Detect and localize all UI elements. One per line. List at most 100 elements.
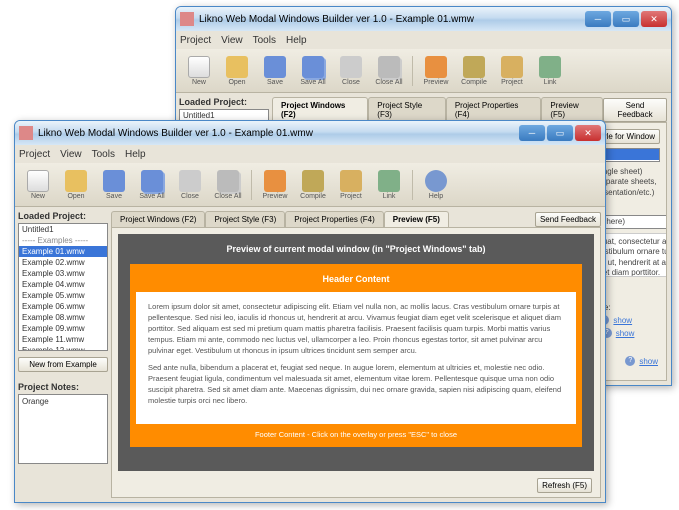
menu-view[interactable]: View [60, 149, 82, 160]
tb-open[interactable]: Open [220, 56, 254, 86]
list-item[interactable]: Example 05.wmw [19, 290, 107, 301]
tb-close[interactable]: Close [173, 170, 207, 200]
modal-body: Lorem ipsum dolor sit amet, consectetur … [136, 292, 576, 424]
tb-save[interactable]: Save [97, 170, 131, 200]
list-item[interactable]: Example 02.wmw [19, 257, 107, 268]
tabs: Project Windows (F2) Project Style (F3) … [272, 97, 667, 122]
tab-project-windows[interactable]: Project Windows (F2) [111, 211, 205, 227]
window-front: Likno Web Modal Windows Builder ver 1.0 … [14, 120, 606, 503]
loaded-project-label: Loaded Project: [18, 211, 108, 221]
modal-footer: Footer Content - Click on the overlay or… [136, 424, 576, 441]
menu-project[interactable]: Project [180, 35, 211, 46]
tb-new[interactable]: New [182, 56, 216, 86]
show-link[interactable]: show [639, 357, 658, 366]
close-button[interactable]: ✕ [641, 11, 667, 27]
body-paragraph: Lorem ipsum dolor sit amet, consectetur … [148, 302, 564, 356]
titlebar-front[interactable]: Likno Web Modal Windows Builder ver 1.0 … [15, 121, 605, 145]
project-icon [501, 56, 523, 78]
list-item[interactable]: Example 11.wmw [19, 334, 107, 345]
tb-link[interactable]: Link [533, 56, 567, 86]
save-icon [103, 170, 125, 192]
preview-overlay[interactable]: Preview of current modal window (in "Pro… [118, 234, 594, 471]
show-link[interactable]: show [616, 329, 635, 338]
tb-save[interactable]: Save [258, 56, 292, 86]
list-item[interactable]: Example 04.wmw [19, 279, 107, 290]
list-item[interactable]: Example 03.wmw [19, 268, 107, 279]
tab-project-properties[interactable]: Project Properties (F4) [446, 97, 542, 122]
tb-help[interactable]: Help [419, 170, 453, 200]
open-icon [226, 56, 248, 78]
show-link[interactable]: show [613, 316, 632, 325]
send-feedback-button[interactable]: Send Feedback [603, 98, 667, 122]
toolbar-sep [251, 170, 252, 200]
titlebar-back[interactable]: Likno Web Modal Windows Builder ver 1.0 … [176, 7, 671, 31]
close-icon [179, 170, 201, 192]
menu-view[interactable]: View [221, 35, 243, 46]
menu-project[interactable]: Project [19, 149, 50, 160]
tb-link[interactable]: Link [372, 170, 406, 200]
list-item: ----- Examples ----- [19, 235, 107, 246]
closeall-icon [217, 170, 239, 192]
help-icon[interactable]: ? [625, 356, 635, 366]
list-item[interactable]: Untitled1 [19, 224, 107, 235]
modal-window: Header Content Lorem ipsum dolor sit ame… [130, 264, 582, 447]
project-notes-textarea[interactable]: Orange [18, 394, 108, 464]
tb-project[interactable]: Project [495, 56, 529, 86]
content-front: Preview of current modal window (in "Pro… [111, 227, 601, 498]
window-title: Likno Web Modal Windows Builder ver 1.0 … [199, 14, 585, 25]
send-feedback-button[interactable]: Send Feedback [535, 212, 601, 227]
tb-preview[interactable]: Preview [258, 170, 292, 200]
tb-saveall[interactable]: Save All [296, 56, 330, 86]
tab-project-properties[interactable]: Project Properties (F4) [285, 211, 383, 227]
sidebar-front: Loaded Project: Untitled1 ----- Examples… [15, 207, 111, 502]
tb-closeall[interactable]: Close All [372, 56, 406, 86]
project-list[interactable]: Untitled1 ----- Examples ----- Example 0… [18, 223, 108, 351]
body-paragraph: Sed ante nulla, bibendum a placerat et, … [148, 363, 564, 407]
project-notes-label: Project Notes: [18, 382, 108, 392]
menu-help[interactable]: Help [125, 149, 146, 160]
tb-open[interactable]: Open [59, 170, 93, 200]
menu-help[interactable]: Help [286, 35, 307, 46]
tb-close[interactable]: Close [334, 56, 368, 86]
new-from-example-button[interactable]: New from Example [18, 357, 108, 372]
tb-preview[interactable]: Preview [419, 56, 453, 86]
menu-tools[interactable]: Tools [92, 149, 115, 160]
list-item[interactable]: Example 09.wmw [19, 323, 107, 334]
saveall-icon [141, 170, 163, 192]
tb-saveall[interactable]: Save All [135, 170, 169, 200]
menu-tools[interactable]: Tools [253, 35, 276, 46]
maximize-button[interactable]: ▭ [613, 11, 639, 27]
new-icon [188, 56, 210, 78]
list-item[interactable]: Example 06.wmw [19, 301, 107, 312]
maximize-button[interactable]: ▭ [547, 125, 573, 141]
minimize-button[interactable]: ─ [519, 125, 545, 141]
loaded-project-label: Loaded Project: [179, 97, 269, 107]
tab-project-style[interactable]: Project Style (F3) [205, 211, 285, 227]
tab-preview[interactable]: Preview (F5) [541, 97, 603, 122]
preview-icon [425, 56, 447, 78]
close-button[interactable]: ✕ [575, 125, 601, 141]
saveall-icon [302, 56, 324, 78]
tab-project-windows[interactable]: Project Windows (F2) [272, 97, 368, 122]
tb-closeall[interactable]: Close All [211, 170, 245, 200]
app-icon [180, 12, 194, 26]
link-icon [539, 56, 561, 78]
menubar: Project View Tools Help [176, 31, 671, 49]
tab-preview[interactable]: Preview (F5) [384, 211, 449, 227]
minimize-button[interactable]: ─ [585, 11, 611, 27]
close-icon [340, 56, 362, 78]
app-icon [19, 126, 33, 140]
tb-project[interactable]: Project [334, 170, 368, 200]
refresh-button[interactable]: Refresh (F5) [537, 478, 592, 493]
save-icon [264, 56, 286, 78]
list-item[interactable]: Example 12.wmw [19, 345, 107, 351]
list-item-selected[interactable]: Example 01.wmw [19, 246, 107, 257]
modal-header: Header Content [136, 270, 576, 292]
tabs: Project Windows (F2) Project Style (F3) … [111, 211, 601, 227]
tab-project-style[interactable]: Project Style (F3) [368, 97, 446, 122]
preview-caption: Preview of current modal window (in "Pro… [227, 244, 486, 254]
tb-new[interactable]: New [21, 170, 55, 200]
tb-compile[interactable]: Compile [457, 56, 491, 86]
tb-compile[interactable]: Compile [296, 170, 330, 200]
list-item[interactable]: Example 08.wmw [19, 312, 107, 323]
